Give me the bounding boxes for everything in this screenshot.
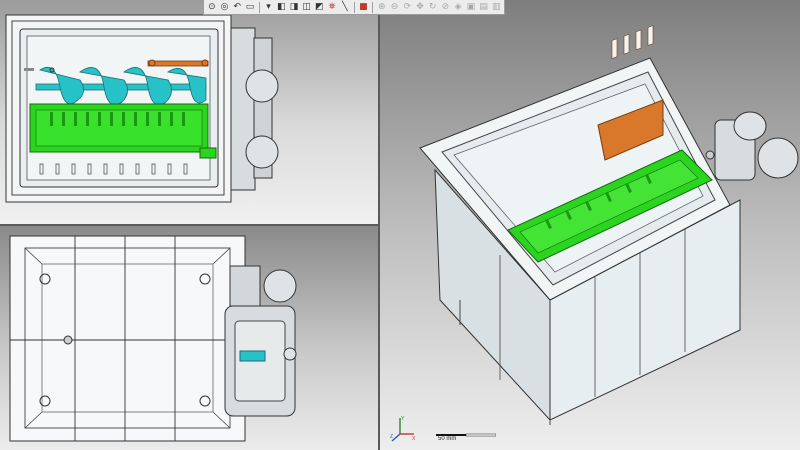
motor-housing bbox=[230, 27, 256, 191]
bracket-bolt-left bbox=[148, 59, 156, 67]
screenshot-icon[interactable]: ▤ bbox=[478, 1, 490, 14]
isometric-drawing bbox=[419, 25, 799, 425]
section-view-icon[interactable]: ▭ bbox=[244, 1, 256, 14]
motor-block bbox=[229, 265, 261, 307]
realview-icon[interactable]: ■ bbox=[357, 1, 369, 14]
bracket-slots bbox=[611, 25, 654, 59]
hide-show-items-icon[interactable]: ◫ bbox=[301, 1, 313, 14]
toolbar-separator bbox=[372, 1, 373, 13]
normal-to-icon[interactable]: ⊘ bbox=[440, 1, 452, 14]
zoom-in-icon[interactable]: ⊕ bbox=[376, 1, 388, 14]
viewport-isometric-view[interactable] bbox=[380, 0, 800, 450]
top-view-drawing bbox=[5, 14, 279, 203]
viewport-bottom-view[interactable] bbox=[0, 226, 378, 450]
motor-end-cap bbox=[263, 269, 297, 303]
roll-view-icon[interactable]: ↻ bbox=[427, 1, 439, 14]
bracket-bolt-right bbox=[201, 59, 209, 67]
view-settings-icon[interactable]: ╲ bbox=[339, 1, 351, 14]
drain-hole bbox=[63, 335, 73, 345]
svg-text:Z: Z bbox=[390, 434, 393, 440]
heads-up-view-toolbar: ⊙ ◎ ↶ ▭ ▾ ◧ ◨ ◫ ◩ ⛯ ╲ ■ ⊕ ⊖ ⟳ ✥ ↻ ⊘ ◈ ▣ ▤ ▥ bbox=[203, 0, 505, 15]
motor-cap-upper bbox=[245, 69, 279, 103]
coordinate-triad-icon: Y X Z bbox=[390, 416, 416, 442]
camera-icon[interactable]: ▣ bbox=[465, 1, 477, 14]
zoom-area-icon[interactable]: ◎ bbox=[219, 1, 231, 14]
edit-appearance-icon[interactable]: ◩ bbox=[314, 1, 326, 14]
zoom-to-fit-icon[interactable]: ⊙ bbox=[206, 1, 218, 14]
dynamic-annotation-icon[interactable]: ▾ bbox=[263, 1, 275, 14]
svg-text:Y: Y bbox=[401, 416, 405, 422]
options-icon[interactable]: ▥ bbox=[490, 1, 502, 14]
shaft-stub bbox=[239, 350, 266, 362]
viewport-divider-horizontal[interactable] bbox=[0, 224, 378, 226]
pan-icon[interactable]: ✥ bbox=[414, 1, 426, 14]
motor-cap-lower bbox=[245, 135, 279, 169]
view-orientation-icon[interactable]: ◧ bbox=[275, 1, 287, 14]
hinge-pin bbox=[24, 68, 34, 71]
viewport-top-view[interactable] bbox=[0, 0, 378, 224]
view-cube-icon[interactable]: ◈ bbox=[452, 1, 464, 14]
trough-outlet bbox=[199, 147, 217, 159]
display-style-icon[interactable]: ◨ bbox=[288, 1, 300, 14]
bearing-cap bbox=[283, 347, 297, 361]
toolbar-separator bbox=[353, 1, 355, 13]
rotate-view-icon[interactable]: ⟳ bbox=[401, 1, 413, 14]
bottom-view-drawing bbox=[9, 235, 297, 442]
apply-scene-icon[interactable]: ⛯ bbox=[326, 1, 338, 14]
trough-inner bbox=[35, 109, 203, 147]
viewport-divider-vertical[interactable] bbox=[378, 0, 380, 450]
previous-view-icon[interactable]: ↶ bbox=[231, 1, 243, 14]
scale-label: 50 mm bbox=[438, 436, 457, 442]
drive-bracket bbox=[147, 60, 209, 67]
outlet-port bbox=[705, 150, 715, 160]
zoom-out-icon[interactable]: ⊖ bbox=[389, 1, 401, 14]
motor-top-cap bbox=[733, 111, 767, 141]
svg-text:X: X bbox=[412, 436, 416, 442]
toolbar-separator bbox=[258, 1, 260, 13]
base-plate bbox=[9, 235, 246, 442]
motor-end-cap bbox=[757, 137, 799, 179]
